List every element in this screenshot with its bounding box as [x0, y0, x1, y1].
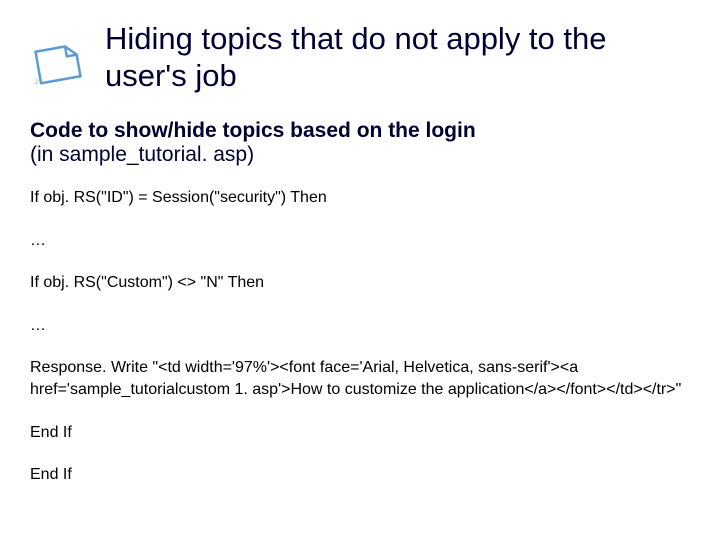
document-icon [30, 40, 85, 85]
slide-icon-container: 2 [30, 20, 105, 90]
subtitle-bold: Code to show/hide topics based on the lo… [30, 119, 476, 142]
title-container: Hiding topics that do not apply to the u… [105, 20, 690, 94]
slide-header: 2 Hiding topics that do not apply to the… [30, 20, 690, 94]
code-line-6: End If [30, 422, 690, 444]
code-line-1: If obj. RS("ID") = Session("security") T… [30, 187, 690, 209]
slide-title: Hiding topics that do not apply to the u… [105, 20, 690, 94]
code-line-4: … [30, 315, 690, 337]
code-line-7: End If [30, 464, 690, 486]
code-line-5: Response. Write "<td width='97%'><font f… [30, 357, 690, 402]
code-line-2: … [30, 230, 690, 252]
page-number: 2 [35, 80, 38, 86]
code-line-3: If obj. RS("Custom") <> "N" Then [30, 272, 690, 294]
subtitle: Code to show/hide topics based on the lo… [30, 119, 690, 167]
subtitle-normal: (in sample_tutorial. asp) [30, 143, 254, 166]
